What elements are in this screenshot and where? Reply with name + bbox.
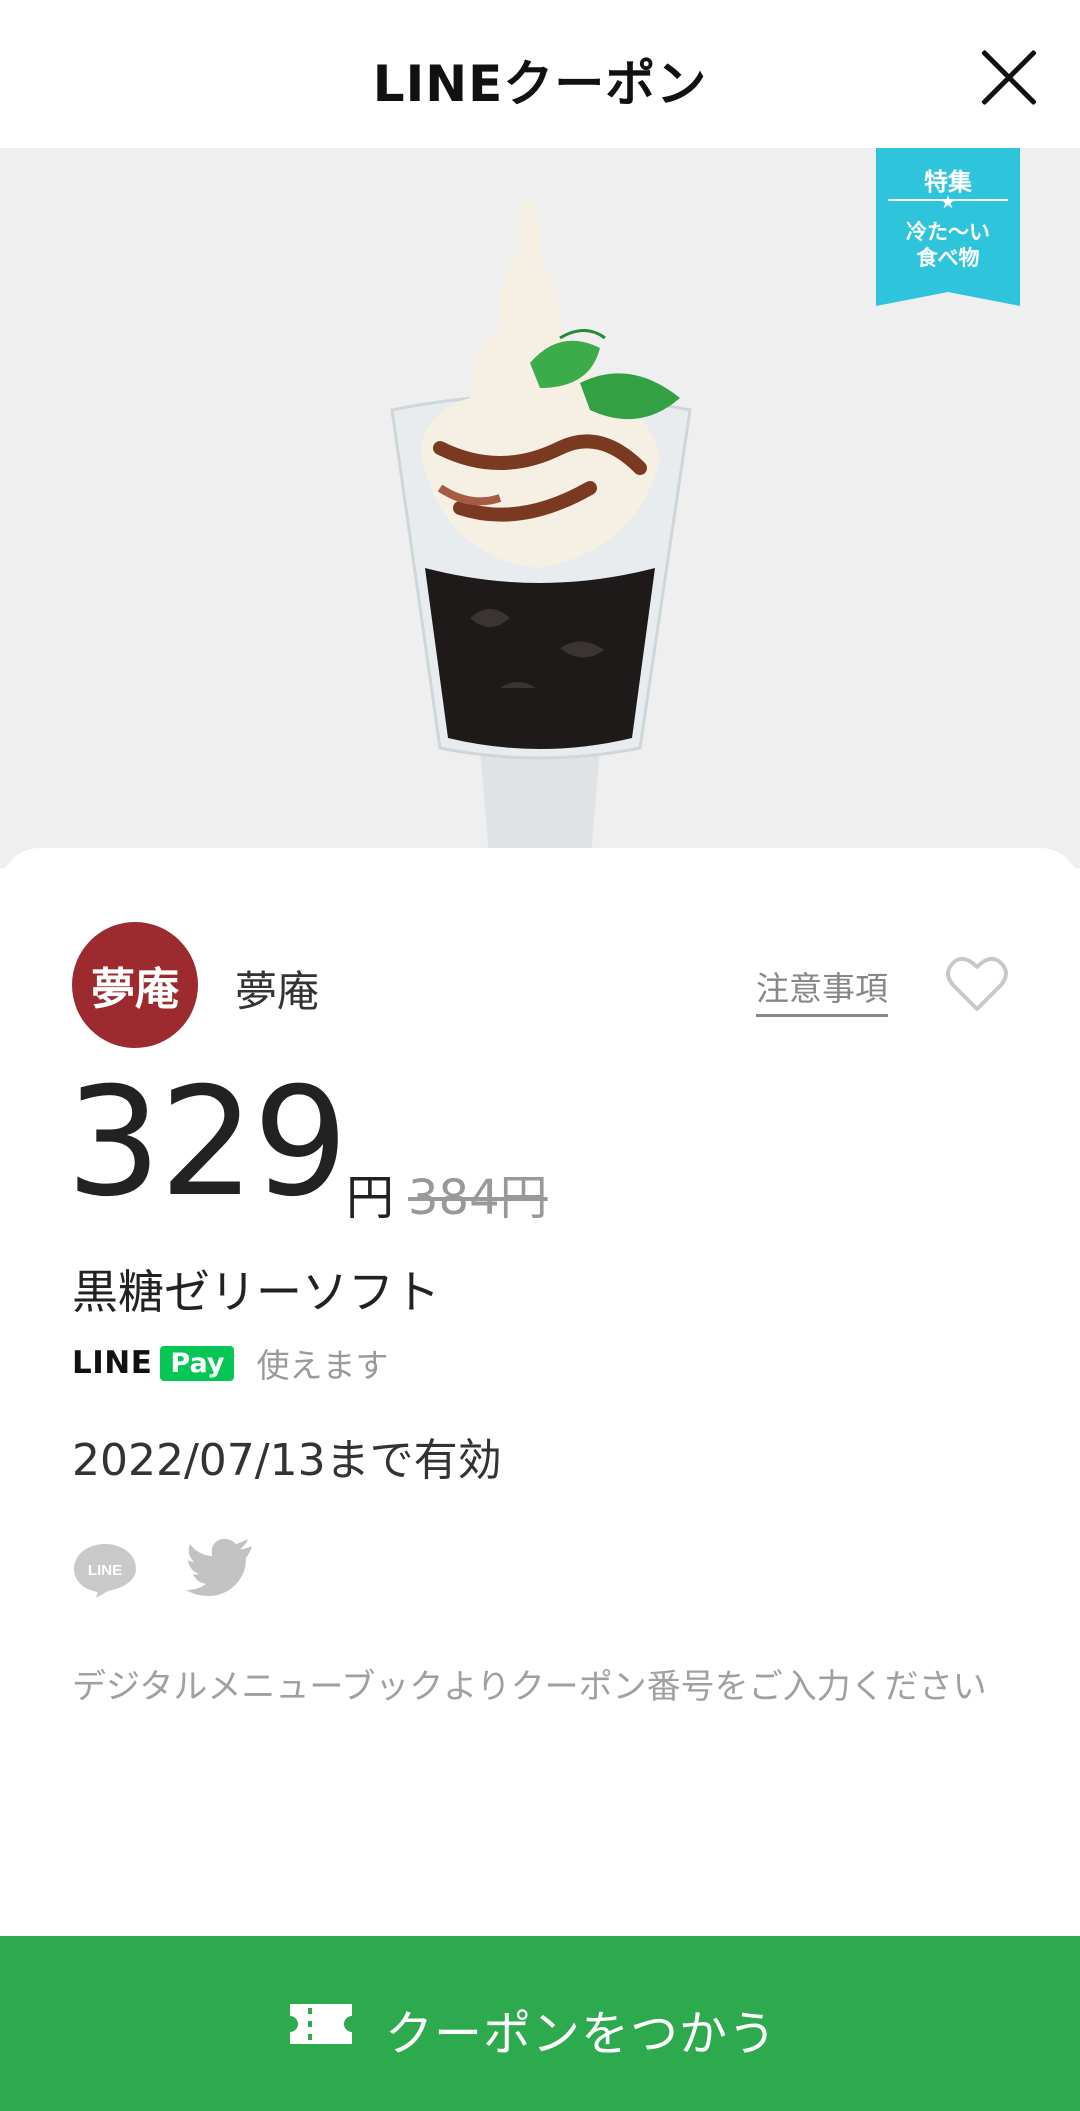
currency-label: 円 bbox=[346, 1170, 395, 1226]
instruction-text: デジタルメニューブックよりクーポン番号をご入力ください bbox=[72, 1667, 987, 1707]
line-share-icon[interactable]: LINE bbox=[72, 1540, 138, 1600]
close-icon[interactable] bbox=[978, 46, 1040, 108]
linepay-badge: LINE Pay 使えます bbox=[72, 1342, 389, 1385]
original-price: 384円 bbox=[408, 1170, 548, 1226]
banner-subtitle-2: 食べ物 bbox=[916, 246, 980, 270]
linepay-pay-text: Pay bbox=[160, 1345, 235, 1381]
line-share-label: LINE bbox=[88, 1562, 122, 1579]
linepay-note: 使えます bbox=[256, 1346, 389, 1385]
twitter-icon[interactable] bbox=[186, 1538, 254, 1598]
notes-link[interactable]: 注意事項 bbox=[756, 962, 888, 1017]
shop-name: 夢庵 bbox=[235, 967, 320, 1016]
star-icon: ★ bbox=[939, 192, 957, 213]
shop-logo-text: 夢庵 bbox=[91, 964, 179, 1015]
app-title: LINEクーポン bbox=[372, 55, 708, 113]
header-bar: LINEクーポン bbox=[0, 0, 1080, 148]
shop-logo: 夢庵 bbox=[72, 922, 198, 1048]
heart-icon[interactable] bbox=[945, 955, 1009, 1013]
ticket-icon bbox=[290, 2004, 352, 2044]
use-coupon-button[interactable]: クーポンをつかう bbox=[0, 1936, 1080, 2111]
linepay-line-text: LINE bbox=[72, 1345, 153, 1381]
item-name: 黒糖ゼリーソフト bbox=[72, 1265, 440, 1319]
valid-until: 2022/07/13まで有効 bbox=[72, 1435, 502, 1486]
feature-banner: 特集 ★ 冷た〜い 食べ物 bbox=[876, 148, 1020, 308]
coupon-price: 329 bbox=[66, 1056, 348, 1230]
use-coupon-label: クーポンをつかう bbox=[385, 2006, 778, 2062]
